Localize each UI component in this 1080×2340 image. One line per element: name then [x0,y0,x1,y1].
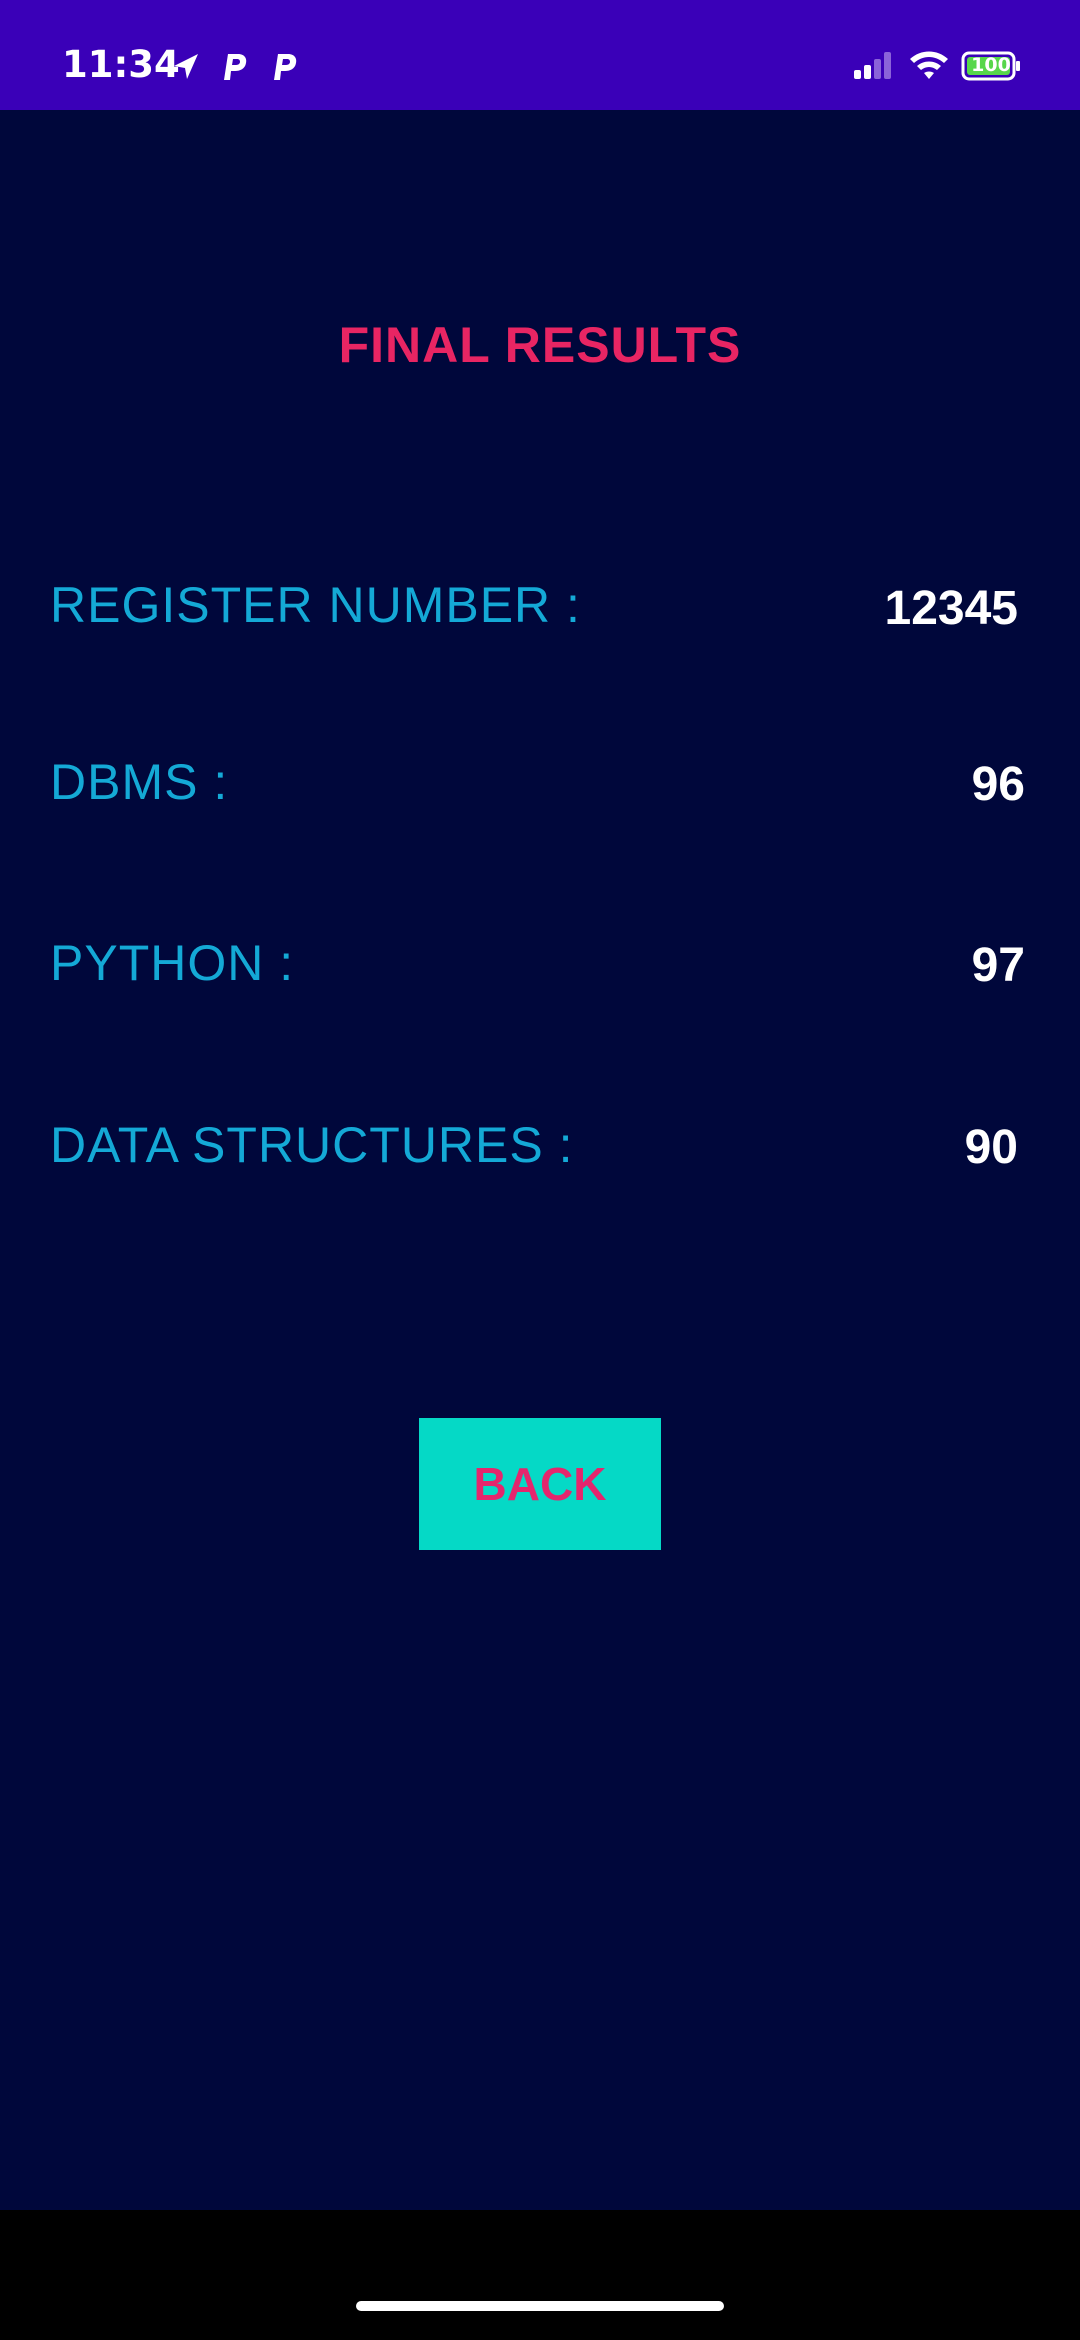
status-bar: 11:34 100 [0,0,1080,110]
page-title: FINAL RESULTS [338,317,742,373]
back-button[interactable]: BACK [419,1418,661,1550]
navigation-arrow-icon [174,54,198,79]
python-value: 97 [971,939,1025,992]
dbms-label: DBMS : [50,754,229,810]
battery-level: 100 [971,54,1011,76]
p-app-icon [224,54,247,80]
home-indicator[interactable] [356,2301,724,2311]
register-number-label: REGISTER NUMBER : [50,577,581,633]
register-number-value: 12345 [884,582,1018,635]
status-time: 11:34 [62,43,180,86]
python-label: PYTHON : [50,935,295,991]
wifi-icon [910,51,948,79]
data-structures-label: DATA STRUCTURES : [50,1117,574,1173]
dbms-value: 96 [971,758,1025,811]
data-structures-value: 90 [964,1121,1018,1174]
p-app-icon [274,54,297,80]
signal-icon [854,52,891,79]
navigation-bar [0,2210,1080,2340]
